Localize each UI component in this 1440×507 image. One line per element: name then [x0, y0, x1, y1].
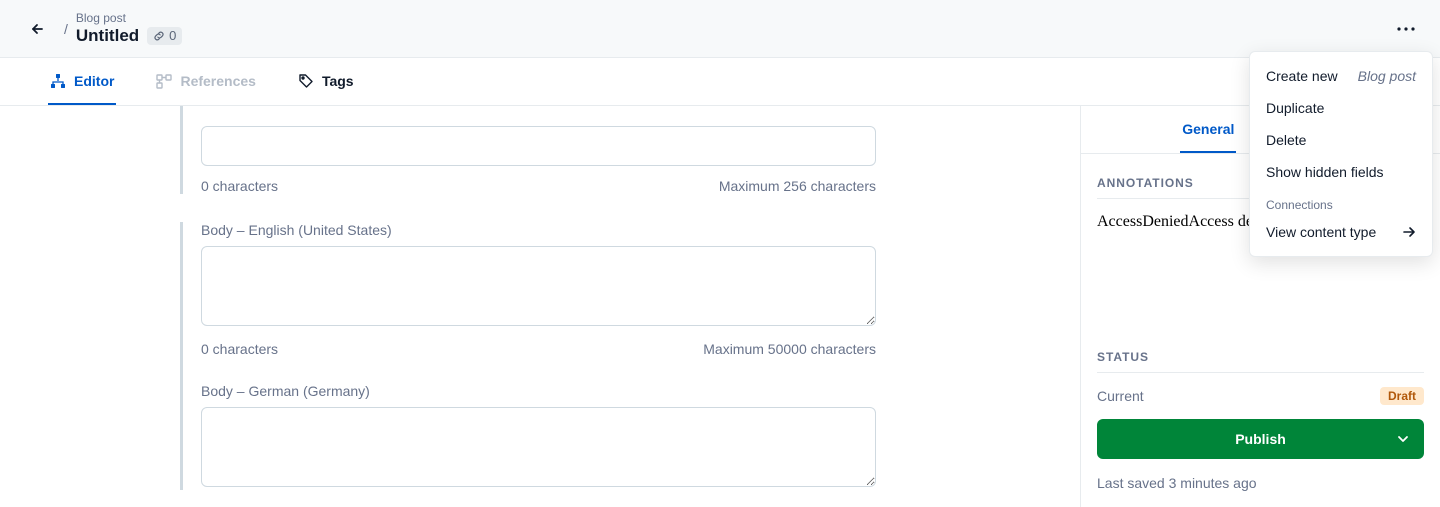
tab-references: References	[154, 58, 258, 105]
menu-create-new-type: Blog post	[1358, 68, 1416, 84]
menu-delete-label: Delete	[1266, 132, 1306, 148]
tab-editor[interactable]: Editor	[48, 58, 116, 105]
editor-structure-icon	[50, 73, 66, 89]
menu-show-hidden-label: Show hidden fields	[1266, 164, 1384, 180]
menu-create-new-label: Create new	[1266, 68, 1338, 84]
more-horizontal-icon	[1397, 27, 1415, 31]
body-en-char-max: Maximum 50000 characters	[703, 341, 876, 357]
menu-delete[interactable]: Delete	[1250, 124, 1432, 156]
tab-references-label: References	[180, 73, 256, 89]
menu-show-hidden-fields[interactable]: Show hidden fields	[1250, 156, 1432, 188]
arrow-right-icon	[1402, 225, 1416, 239]
menu-duplicate[interactable]: Duplicate	[1250, 92, 1432, 124]
body-en-label: Body – English (United States)	[201, 222, 876, 238]
more-actions-button[interactable]	[1392, 15, 1420, 43]
tab-editor-label: Editor	[74, 73, 114, 89]
status-section-label: STATUS	[1097, 350, 1424, 373]
references-icon	[156, 73, 172, 89]
breadcrumb-separator: /	[64, 21, 68, 37]
menu-view-ct-label: View content type	[1266, 224, 1376, 240]
body-en-textarea[interactable]	[201, 246, 876, 326]
arrow-left-icon	[30, 21, 46, 37]
menu-connections-section: Connections	[1250, 188, 1432, 216]
status-badge: Draft	[1380, 387, 1424, 405]
body-de-label: Body – German (Germany)	[201, 383, 876, 399]
title-char-max: Maximum 256 characters	[719, 178, 876, 194]
body-de-textarea[interactable]	[201, 407, 876, 487]
publish-button-label: Publish	[1235, 431, 1286, 447]
last-saved-text: Last saved 3 minutes ago	[1097, 475, 1424, 491]
title-locale-input[interactable]	[201, 126, 876, 166]
field-group-title: 0 characters Maximum 256 characters	[180, 106, 900, 194]
status-current-label: Current	[1097, 388, 1144, 404]
more-actions-menu: Create new Blog post Duplicate Delete Sh…	[1249, 51, 1433, 257]
menu-view-content-type[interactable]: View content type	[1250, 216, 1432, 248]
field-group-body: Body – English (United States) 0 charact…	[180, 222, 900, 490]
references-count-pill[interactable]: 0	[147, 27, 182, 45]
menu-duplicate-label: Duplicate	[1266, 100, 1324, 116]
references-count-value: 0	[169, 28, 176, 44]
title-char-count: 0 characters	[201, 178, 278, 194]
side-tab-general[interactable]: General	[1180, 106, 1236, 153]
breadcrumb-type: Blog post	[76, 11, 183, 25]
menu-create-new[interactable]: Create new Blog post	[1250, 60, 1432, 92]
chevron-down-icon	[1396, 432, 1410, 446]
link-icon	[153, 30, 165, 42]
publish-button[interactable]: Publish	[1097, 419, 1424, 459]
page-title: Untitled	[76, 26, 139, 46]
tab-tags[interactable]: Tags	[296, 58, 356, 105]
tag-icon	[298, 73, 314, 89]
tab-tags-label: Tags	[322, 73, 354, 89]
body-en-char-count: 0 characters	[201, 341, 278, 357]
back-button[interactable]	[24, 15, 52, 43]
